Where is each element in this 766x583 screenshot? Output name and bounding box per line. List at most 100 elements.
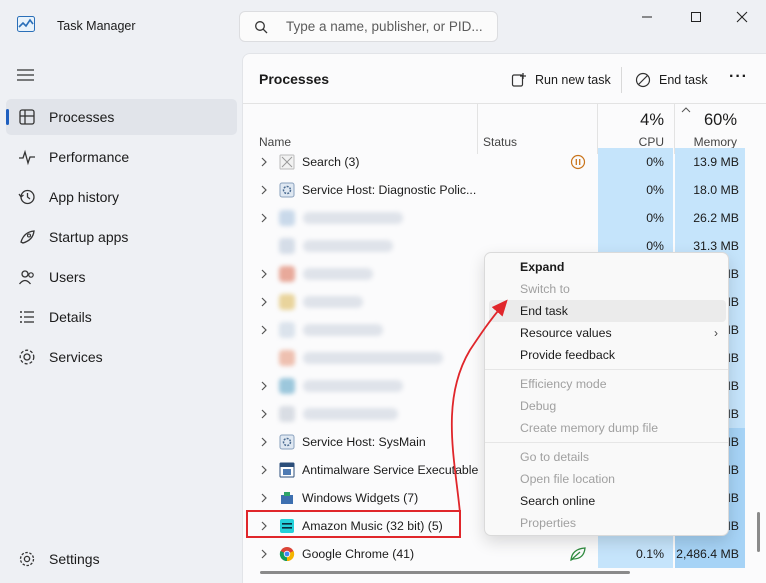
chevron-right-icon[interactable] (260, 324, 268, 336)
end-task-button[interactable]: End task (635, 67, 708, 93)
chevron-right-icon[interactable] (260, 408, 268, 420)
table-row[interactable]: Search (3) 0% 13.9 MB (243, 148, 766, 176)
menu-item-label: Expand (520, 260, 565, 274)
chevron-right-icon[interactable] (260, 296, 268, 308)
blurred-process-name (303, 268, 373, 280)
more-options-icon[interactable]: ··· (729, 68, 748, 86)
sidebar-item-services[interactable]: Services (6, 339, 237, 375)
menu-item-expand[interactable]: Expand (489, 256, 726, 278)
menu-item-resource-values[interactable]: Resource values › (489, 322, 726, 344)
column-header-status[interactable]: Status (483, 135, 517, 149)
menu-item-label: Go to details (520, 450, 590, 464)
gear-icon (19, 551, 35, 567)
search-app-icon (279, 154, 295, 170)
menu-item-label: Search online (520, 494, 596, 508)
sidebar-item-label: Users (49, 269, 86, 285)
chevron-right-icon[interactable] (260, 268, 268, 280)
run-new-task-label: Run new task (535, 73, 611, 87)
column-header-memory[interactable]: Memory (679, 135, 737, 149)
sidebar-item-users[interactable]: Users (6, 259, 237, 295)
users-icon (18, 270, 34, 285)
minimize-button[interactable] (632, 6, 662, 28)
close-button[interactable] (727, 6, 757, 28)
table-row[interactable]: Google Chrome (41) 0.1% 2,486.4 MB (243, 540, 766, 568)
chevron-right-icon: › (714, 326, 718, 340)
sidebar-item-label: Performance (49, 149, 130, 165)
maximize-icon (691, 12, 701, 22)
menu-separator (485, 442, 728, 443)
chevron-right-icon[interactable] (260, 464, 268, 476)
blurred-process-name (303, 380, 403, 392)
maximize-button[interactable] (681, 6, 711, 28)
chevron-right-icon[interactable] (260, 156, 268, 168)
blurred-process-name (303, 408, 398, 420)
chevron-right-icon[interactable] (260, 212, 268, 224)
menu-item-label: Debug (520, 399, 557, 413)
table-row[interactable]: 0% 26.2 MB (243, 204, 766, 232)
column-header-cpu[interactable]: CPU (603, 135, 664, 149)
menu-item-label: Provide feedback (520, 348, 616, 362)
search-box[interactable]: Type a name, publisher, or PID... (239, 11, 498, 42)
chevron-right-icon[interactable] (260, 184, 268, 196)
menu-item-properties: Properties (489, 512, 726, 534)
cpu-cell: 0% (598, 176, 673, 204)
vertical-scrollbar[interactable] (757, 512, 760, 552)
end-task-label: End task (659, 73, 708, 87)
cpu-total: 4% (640, 111, 664, 129)
menu-item-search-online[interactable]: Search online (489, 490, 726, 512)
cpu-cell: 0% (598, 148, 673, 176)
sidebar-item-performance[interactable]: Performance (6, 139, 237, 175)
app-title: Task Manager (57, 19, 136, 33)
context-menu: Expand Switch to End task Resource values › P… (484, 252, 729, 536)
blurred-process-name (303, 324, 383, 336)
search-placeholder: Type a name, publisher, or PID... (286, 19, 483, 34)
active-indicator (6, 109, 9, 125)
app-history-icon (18, 189, 35, 205)
chevron-right-icon[interactable] (260, 492, 268, 504)
processes-icon (19, 109, 35, 125)
sidebar-item-settings[interactable]: Settings (6, 541, 237, 577)
memory-cell: 13.9 MB (675, 148, 745, 176)
menu-item-label: Properties (520, 516, 577, 530)
memory-total: 60% (703, 111, 737, 129)
blurred-app-icon (279, 266, 295, 282)
column-header-name[interactable]: Name (259, 135, 291, 149)
horizontal-scrollbar[interactable] (260, 571, 630, 574)
chevron-right-icon[interactable] (260, 380, 268, 392)
startup-apps-icon (20, 230, 35, 244)
menu-item-switch-to: Switch to (489, 278, 726, 300)
settings-label: Settings (49, 551, 100, 567)
details-icon (20, 311, 34, 323)
chevron-right-icon[interactable] (260, 436, 268, 448)
antimalware-icon (279, 462, 295, 478)
chevron-right-icon[interactable] (260, 548, 268, 560)
column-divider (597, 104, 598, 154)
menu-item-label: Efficiency mode (520, 377, 607, 391)
memory-cell: 2,486.4 MB (675, 540, 745, 568)
process-name: Service Host: SysMain (302, 435, 426, 449)
sidebar-item-label: Processes (49, 109, 115, 125)
run-new-task-button[interactable]: Run new task (511, 67, 611, 93)
blurred-process-name (303, 240, 393, 252)
table-row[interactable]: Service Host: Diagnostic Polic... 0% 18.0 … (243, 176, 766, 204)
menu-item-open-file-location: Open file location (489, 468, 726, 490)
process-name: Search (3) (302, 155, 360, 169)
menu-item-label: End task (520, 304, 568, 318)
menu-item-label: Resource values (520, 326, 612, 340)
process-name: Antimalware Service Executable (302, 463, 479, 477)
sidebar-item-details[interactable]: Details (6, 299, 237, 335)
blurred-process-name (303, 352, 443, 364)
process-name: Windows Widgets (7) (302, 491, 419, 505)
blurred-app-icon (279, 294, 295, 310)
sidebar-item-startup-apps[interactable]: Startup apps (6, 219, 237, 255)
end-task-icon (635, 72, 651, 88)
services-icon (19, 349, 35, 365)
menu-item-end-task[interactable]: End task (489, 300, 726, 322)
hamburger-menu-icon[interactable] (17, 68, 34, 82)
sidebar-item-app-history[interactable]: App history (6, 179, 237, 215)
close-icon (736, 11, 748, 23)
menu-item-provide-feedback[interactable]: Provide feedback (489, 344, 726, 366)
task-manager-icon (17, 16, 35, 32)
blurred-app-icon (279, 378, 295, 394)
sidebar-item-processes[interactable]: Processes (6, 99, 237, 135)
